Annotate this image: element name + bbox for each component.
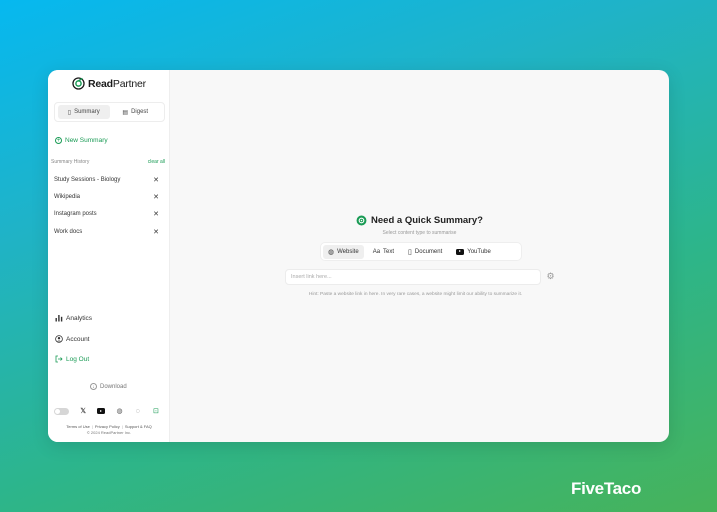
close-icon[interactable]: ✕ [153,176,159,184]
privacy-link[interactable]: Privacy Policy [95,424,120,429]
history-item[interactable]: Instagram posts ✕ [51,206,163,223]
history-item-label: Work docs [54,228,83,235]
history-item-label: Wikipedia [54,193,81,200]
youtube-icon [456,248,465,255]
page-title: Need a Quick Summary? [371,215,483,226]
analytics-label: Analytics [66,314,93,322]
copyright-text: © 2024 ReadPartner Inc. [86,430,132,435]
history-title: Summary History [51,159,90,165]
close-icon[interactable]: ✕ [153,210,159,218]
history-item[interactable]: Work docs ✕ [51,223,163,240]
x-twitter-icon[interactable]: 𝕏 [79,407,87,415]
logout-label: Log Out [66,355,90,363]
fivetaco-watermark: FiveTaco [571,479,642,498]
globe-icon[interactable]: ◍ [116,407,124,415]
history-item-label: Study Sessions - Biology [54,176,121,183]
content-type-tabs: ◍ Website Aa Text ▯ Document YouTube [320,242,522,261]
text-icon: Aa [372,248,381,255]
logo-text: ReadPartner [88,77,146,90]
logo: ReadPartner [72,77,146,90]
bar-chart-icon [55,314,63,322]
history-header: Summary History clear all [51,159,165,165]
new-summary-button[interactable]: + New Summary [55,137,108,144]
youtube-icon[interactable] [97,407,106,415]
main-panel: Need a Quick Summary? Select content typ… [170,70,669,442]
support-link[interactable]: Support & FAQ [125,424,152,429]
plus-circle-icon: + [55,137,62,144]
tab-youtube-label: YouTube [467,248,491,255]
sidebar-item-analytics[interactable]: Analytics [55,314,92,322]
sidebar-item-logout[interactable]: Log Out [55,355,89,363]
history-item[interactable]: Wikipedia ✕ [51,188,163,205]
tab-website-label: Website [337,248,359,255]
readpartner-logo-icon [356,215,367,226]
digest-mode-label: Digest [131,109,149,115]
social-row: 𝕏 ◍ ◌ ⊡ [54,407,160,415]
history-list: Study Sessions - Biology ✕ Wikipedia ✕ I… [51,171,163,240]
document-icon: ▯ [408,248,412,256]
settings-gear-icon[interactable]: ⚙ [546,271,555,281]
tab-document[interactable]: ▯ Document [403,245,447,259]
history-item-label: Instagram posts [54,211,97,218]
summary-mode-button[interactable]: ▯ Summary [58,105,110,119]
newspaper-icon: ▤ [122,109,129,116]
account-label: Account [66,335,90,343]
tab-youtube[interactable]: YouTube [451,245,496,259]
sidebar: ReadPartner ▯ Summary ▤ Digest + New Sum… [48,70,170,442]
tab-text-label: Text [383,248,395,255]
link-input[interactable] [285,269,541,285]
footer-links: Terms of Use | Privacy Policy | Support & FA… [66,424,152,429]
hint-text: Hint: Paste a website link in here. In v… [308,292,523,297]
readpartner-logo-icon [72,77,85,90]
phone-icon: ▯ [67,109,72,116]
tab-website[interactable]: ◍ Website [323,244,364,259]
close-icon[interactable]: ✕ [153,193,159,201]
globe-icon: ◍ [328,248,335,256]
terms-link[interactable]: Terms of Use [66,424,90,429]
close-icon[interactable]: ✕ [153,228,159,236]
extension-icon[interactable]: ⊡ [152,407,160,415]
page-subtitle: Select content type to summarise [382,230,457,236]
theme-toggle[interactable] [54,407,69,415]
app-window: ReadPartner ▯ Summary ▤ Digest + New Sum… [48,70,669,442]
new-summary-label: New Summary [65,137,108,144]
hero-title: Need a Quick Summary? [170,215,669,226]
history-item[interactable]: Study Sessions - Biology ✕ [51,171,163,188]
chat-bubble-icon[interactable]: ◌ [134,407,142,415]
tab-text[interactable]: Aa Text [368,245,399,259]
clear-all-link[interactable]: clear all [148,159,165,165]
summary-mode-label: Summary [74,109,100,115]
tab-document-label: Document [414,248,443,255]
download-icon: ↓ [90,383,97,390]
download-label: Download [100,383,127,390]
download-button[interactable]: ↓ Download [90,383,127,390]
mode-switch: ▯ Summary ▤ Digest [54,102,165,122]
user-circle-icon [55,335,63,343]
digest-mode-button[interactable]: ▤ Digest [110,105,162,119]
sidebar-item-account[interactable]: Account [55,335,90,343]
logout-icon [55,355,63,363]
